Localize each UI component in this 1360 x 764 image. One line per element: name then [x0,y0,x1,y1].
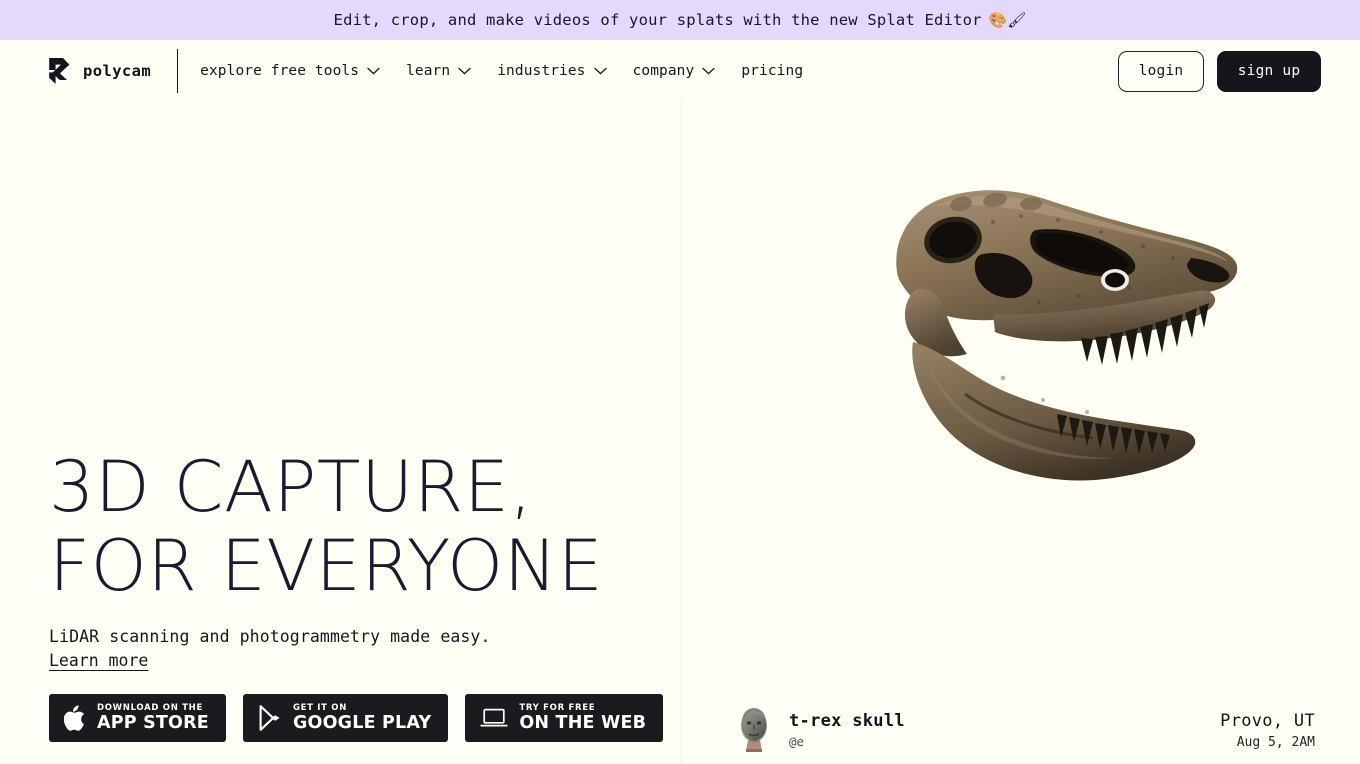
header-divider [177,49,179,93]
web-app-badge-text: Try for free On the Web [519,703,646,733]
google-play-icon [258,705,282,731]
laptop-icon [480,707,508,729]
signup-button[interactable]: sign up [1217,50,1321,92]
hero-section: 3D CAPTURE, FOR EVERYONE LiDAR scanning … [0,102,1360,764]
badge-big-label: App Store [97,713,209,733]
avatar[interactable] [735,706,789,754]
nav-item-company[interactable]: company [633,63,716,79]
badge-big-label: On the Web [519,713,647,733]
capture-title: t-rex skull [789,711,905,731]
site-header: polycam explore free tools learn industr… [0,40,1360,102]
google-play-badge-text: Get it on Google Play [293,703,431,733]
web-app-badge[interactable]: Try for free On the Web [465,694,664,742]
palette-brush-icon: 🎨🖌 [988,11,1027,29]
nav-label: learn [406,63,451,79]
google-play-badge[interactable]: Get it on Google Play [242,694,449,742]
page-title: 3D CAPTURE, FOR EVERYONE [49,446,604,607]
app-store-badge-text: Download on the App Store [97,703,209,733]
apple-icon [64,705,86,731]
hero-left-pane: 3D CAPTURE, FOR EVERYONE LiDAR scanning … [0,102,681,764]
capture-caption: t-rex skull @e Provo, UT Aug 5, 2AM [735,706,1315,754]
nav-label: explore free tools [200,63,360,79]
nav-label: pricing [741,63,804,79]
login-button[interactable]: login [1118,50,1204,92]
announcement-banner-text: Edit, crop, and make videos of your spla… [333,11,982,29]
capture-location: Provo, UT [1220,710,1315,731]
brand-name: polycam [83,62,152,80]
chevron-down-icon [367,67,380,75]
nav-label: company [632,63,695,79]
capture-timestamp: Aug 5, 2AM [1236,734,1315,750]
learn-more-link[interactable]: Learn more [49,651,148,670]
announcement-banner[interactable]: Edit, crop, and make videos of your spla… [0,0,1360,40]
nav-item-learn[interactable]: learn [406,63,471,79]
badge-big-label: Google Play [292,713,432,733]
store-badges: Download on the App Store Get it on Goog… [49,694,664,742]
nav-item-pricing[interactable]: pricing [741,63,803,79]
capture-meta: Provo, UT Aug 5, 2AM [1220,711,1315,750]
nav-label: industries [497,63,586,79]
capture-author-handle[interactable]: @e [789,734,905,749]
chevron-down-icon [593,67,607,75]
nav-item-industries[interactable]: industries [497,63,607,79]
main-navigation: explore free tools learn industries comp… [200,63,803,79]
brand-home-link[interactable]: polycam [46,56,151,86]
capture-info: t-rex skull @e [789,711,905,749]
app-store-badge[interactable]: Download on the App Store [49,694,226,742]
polycam-logo-icon [46,56,72,86]
nav-item-explore-free-tools[interactable]: explore free tools [200,63,380,79]
chevron-down-icon [702,67,715,75]
auth-actions: login sign up [1118,50,1321,92]
hero-subtitle: LiDAR scanning and photogrammetry made e… [49,627,491,646]
hero-right-pane: t-rex skull @e Provo, UT Aug 5, 2AM [681,102,1360,764]
chevron-down-icon [458,67,471,75]
